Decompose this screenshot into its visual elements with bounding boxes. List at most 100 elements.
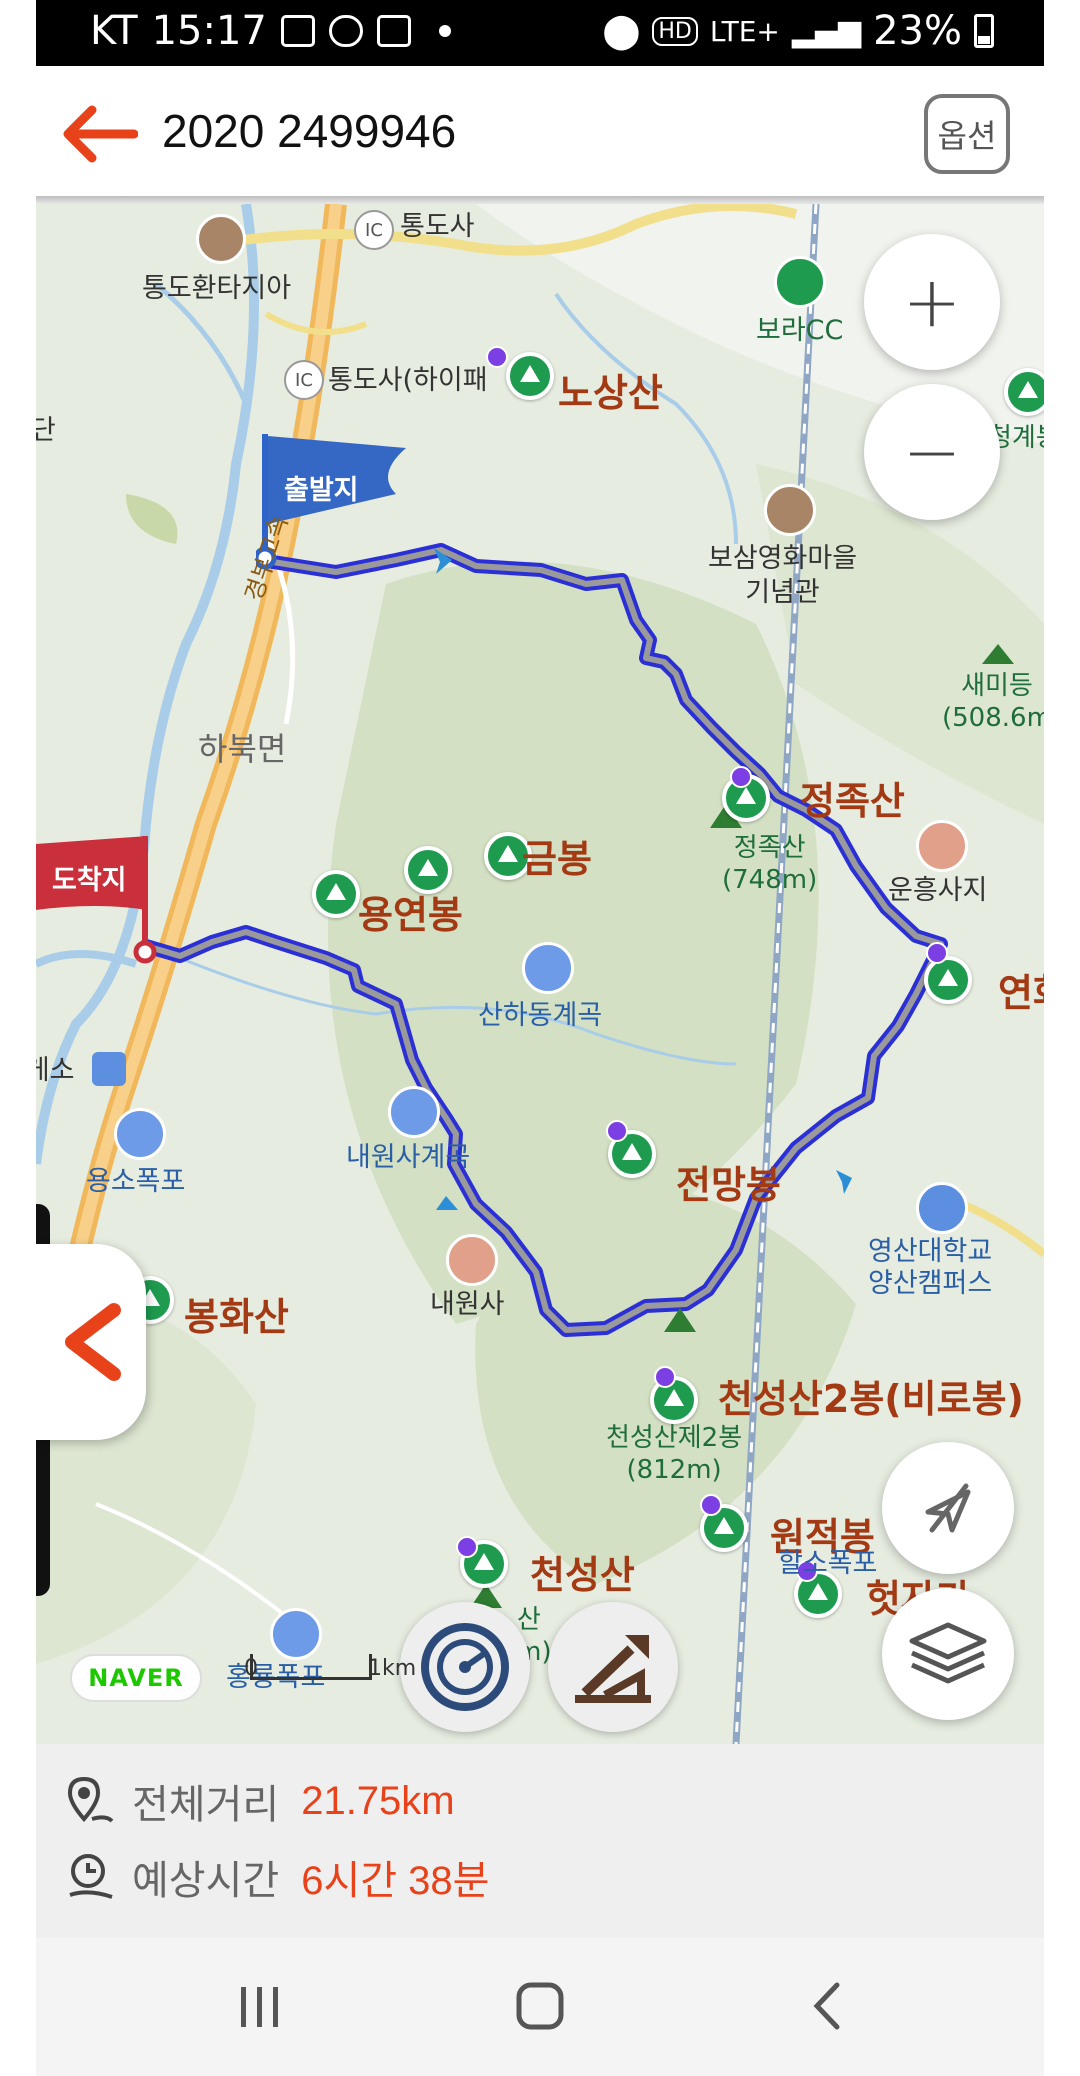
carrier: KT bbox=[90, 8, 138, 54]
map-label: 천성산 bbox=[530, 1553, 635, 1597]
hd-badge: HD bbox=[652, 16, 698, 46]
map-label: 보라CC bbox=[756, 315, 844, 346]
app-bar: 2020 2499946 옵션 bbox=[36, 66, 1044, 198]
map-label: 천성산제2봉 (812m) bbox=[606, 1423, 743, 1485]
map-label: 연화 bbox=[998, 971, 1044, 1015]
map-label: 통도사(하이패 bbox=[328, 365, 488, 396]
map-label: 영산대학교 양산캠퍼스 bbox=[868, 1236, 993, 1299]
map-label: 용소폭포 bbox=[86, 1166, 186, 1197]
map-label: 통도사 bbox=[400, 211, 475, 242]
recent-apps-icon bbox=[241, 1987, 278, 2027]
time-value: 6시간 38분 bbox=[301, 1859, 490, 1903]
map-label: 내원사계곡 bbox=[346, 1142, 471, 1173]
clock: 15:17 bbox=[151, 8, 267, 54]
naver-logo: NAVER bbox=[70, 1654, 202, 1702]
time-label: 예상시간 bbox=[132, 1859, 280, 1903]
end-flag-label: 도착지 bbox=[52, 865, 127, 896]
map-label: 새미등 (508.6m bbox=[942, 671, 1044, 733]
peak-marker[interactable] bbox=[506, 352, 554, 400]
battery-percent: 23% bbox=[873, 8, 962, 54]
peak-marker[interactable] bbox=[924, 956, 972, 1004]
chevron-left-icon bbox=[65, 1303, 121, 1381]
ic-badge-icon: IC bbox=[354, 210, 394, 250]
peak-marker[interactable] bbox=[1004, 368, 1044, 416]
school-icon[interactable] bbox=[916, 1182, 968, 1234]
temple-icon[interactable] bbox=[446, 1234, 498, 1286]
museum-icon[interactable] bbox=[764, 484, 816, 536]
zoom-out-button[interactable]: − bbox=[864, 384, 1000, 520]
waterfall-icon[interactable] bbox=[522, 942, 574, 994]
waterfall-icon[interactable] bbox=[270, 1608, 322, 1660]
pin-icon bbox=[730, 766, 752, 788]
distance-pin-icon bbox=[67, 1776, 114, 1823]
map-label: 할소폭포 bbox=[778, 1548, 878, 1579]
map-label: 노상산 bbox=[558, 371, 663, 415]
zoom-in-button[interactable]: + bbox=[864, 234, 1000, 370]
map-label: 봉화산 bbox=[184, 1295, 289, 1339]
map-view[interactable]: 출발지 도착지 IC IC 통도사 통도환타지아 통도사(하이패 보라CC 노상… bbox=[36, 204, 1044, 1744]
map-label: 전망봉 bbox=[676, 1163, 781, 1207]
amusement-park-icon[interactable] bbox=[196, 214, 246, 264]
side-drawer-button[interactable] bbox=[36, 1244, 146, 1440]
map-label: 천성산2봉(비로봉) bbox=[718, 1377, 1024, 1421]
pin-icon bbox=[926, 942, 948, 964]
ic-badge-icon: IC bbox=[284, 360, 324, 400]
status-bar: KT 15:17 ⬤ HD LTE+ ▂▄▆ 23% bbox=[36, 0, 1044, 66]
back-arrow-icon[interactable] bbox=[58, 104, 138, 164]
map-label: 금봉 bbox=[522, 837, 592, 881]
home-icon bbox=[516, 1982, 564, 2030]
pin-icon bbox=[456, 1536, 478, 1558]
map-label: 정족산 (748m) bbox=[722, 833, 818, 895]
gallery-icon bbox=[280, 15, 315, 47]
map-label: 정족산 bbox=[800, 779, 905, 823]
scale-zero-label: 0 bbox=[244, 1656, 258, 1681]
app-icon bbox=[328, 15, 363, 47]
distance-row: 전체거리 21.75km bbox=[66, 1772, 455, 1830]
golf-icon[interactable] bbox=[774, 256, 826, 308]
home-button[interactable] bbox=[510, 1978, 570, 2034]
recent-apps-button[interactable] bbox=[230, 1978, 290, 2034]
battery-icon bbox=[974, 14, 994, 48]
map-label: 이단 bbox=[36, 415, 56, 446]
back-chevron-icon bbox=[813, 1982, 840, 2030]
page-title: 2020 2499946 bbox=[162, 105, 457, 157]
time-clock-icon bbox=[69, 1854, 113, 1899]
location-off-button[interactable] bbox=[882, 1442, 1014, 1574]
pin-icon bbox=[486, 346, 508, 368]
network-type: LTE+ bbox=[709, 14, 780, 48]
layers-icon bbox=[909, 1622, 987, 1684]
speedometer-button[interactable] bbox=[400, 1602, 530, 1732]
elevation-button[interactable] bbox=[548, 1602, 678, 1732]
time-row: 예상시간 6시간 38분 bbox=[66, 1848, 489, 1906]
restaurant-icon bbox=[92, 1052, 126, 1086]
elevation-icon bbox=[575, 1635, 651, 1703]
peak-marker[interactable] bbox=[312, 870, 360, 918]
map-label: 운흥사지 bbox=[888, 875, 988, 906]
distance-label: 전체거리 bbox=[132, 1783, 280, 1827]
map-label: 내원사 bbox=[430, 1289, 505, 1320]
layers-button[interactable] bbox=[882, 1588, 1014, 1720]
speedometer-icon bbox=[421, 1623, 509, 1711]
map-label: 보삼영화마을 기념관 bbox=[708, 543, 858, 608]
temple-icon[interactable] bbox=[916, 820, 968, 872]
map-label: 용연봉 bbox=[358, 893, 463, 937]
map-label: 산하동계곡 bbox=[478, 1000, 603, 1031]
system-nav-bar bbox=[36, 1938, 1044, 2076]
signal-icon: ▂▄▆ bbox=[791, 13, 862, 49]
options-button[interactable]: 옵션 bbox=[924, 94, 1010, 174]
map-label: 통도환타지아 bbox=[142, 273, 292, 304]
back-button[interactable] bbox=[798, 1978, 858, 2034]
scale-bar bbox=[250, 1654, 372, 1680]
divider bbox=[36, 196, 1044, 204]
map-label: 휴게소 bbox=[36, 1055, 75, 1086]
location-off-icon bbox=[925, 1483, 971, 1533]
location-icon: ⬤ bbox=[602, 11, 641, 51]
waterfall-icon[interactable] bbox=[114, 1108, 166, 1160]
pin-icon bbox=[700, 1494, 722, 1516]
distance-value: 21.75km bbox=[301, 1778, 455, 1823]
waterfall-icon[interactable] bbox=[388, 1086, 440, 1138]
end-flag[interactable] bbox=[36, 836, 166, 966]
pin-icon bbox=[606, 1120, 628, 1142]
map-label: 하북면 bbox=[198, 730, 287, 768]
scale-unit-label: 1km bbox=[368, 1656, 417, 1681]
